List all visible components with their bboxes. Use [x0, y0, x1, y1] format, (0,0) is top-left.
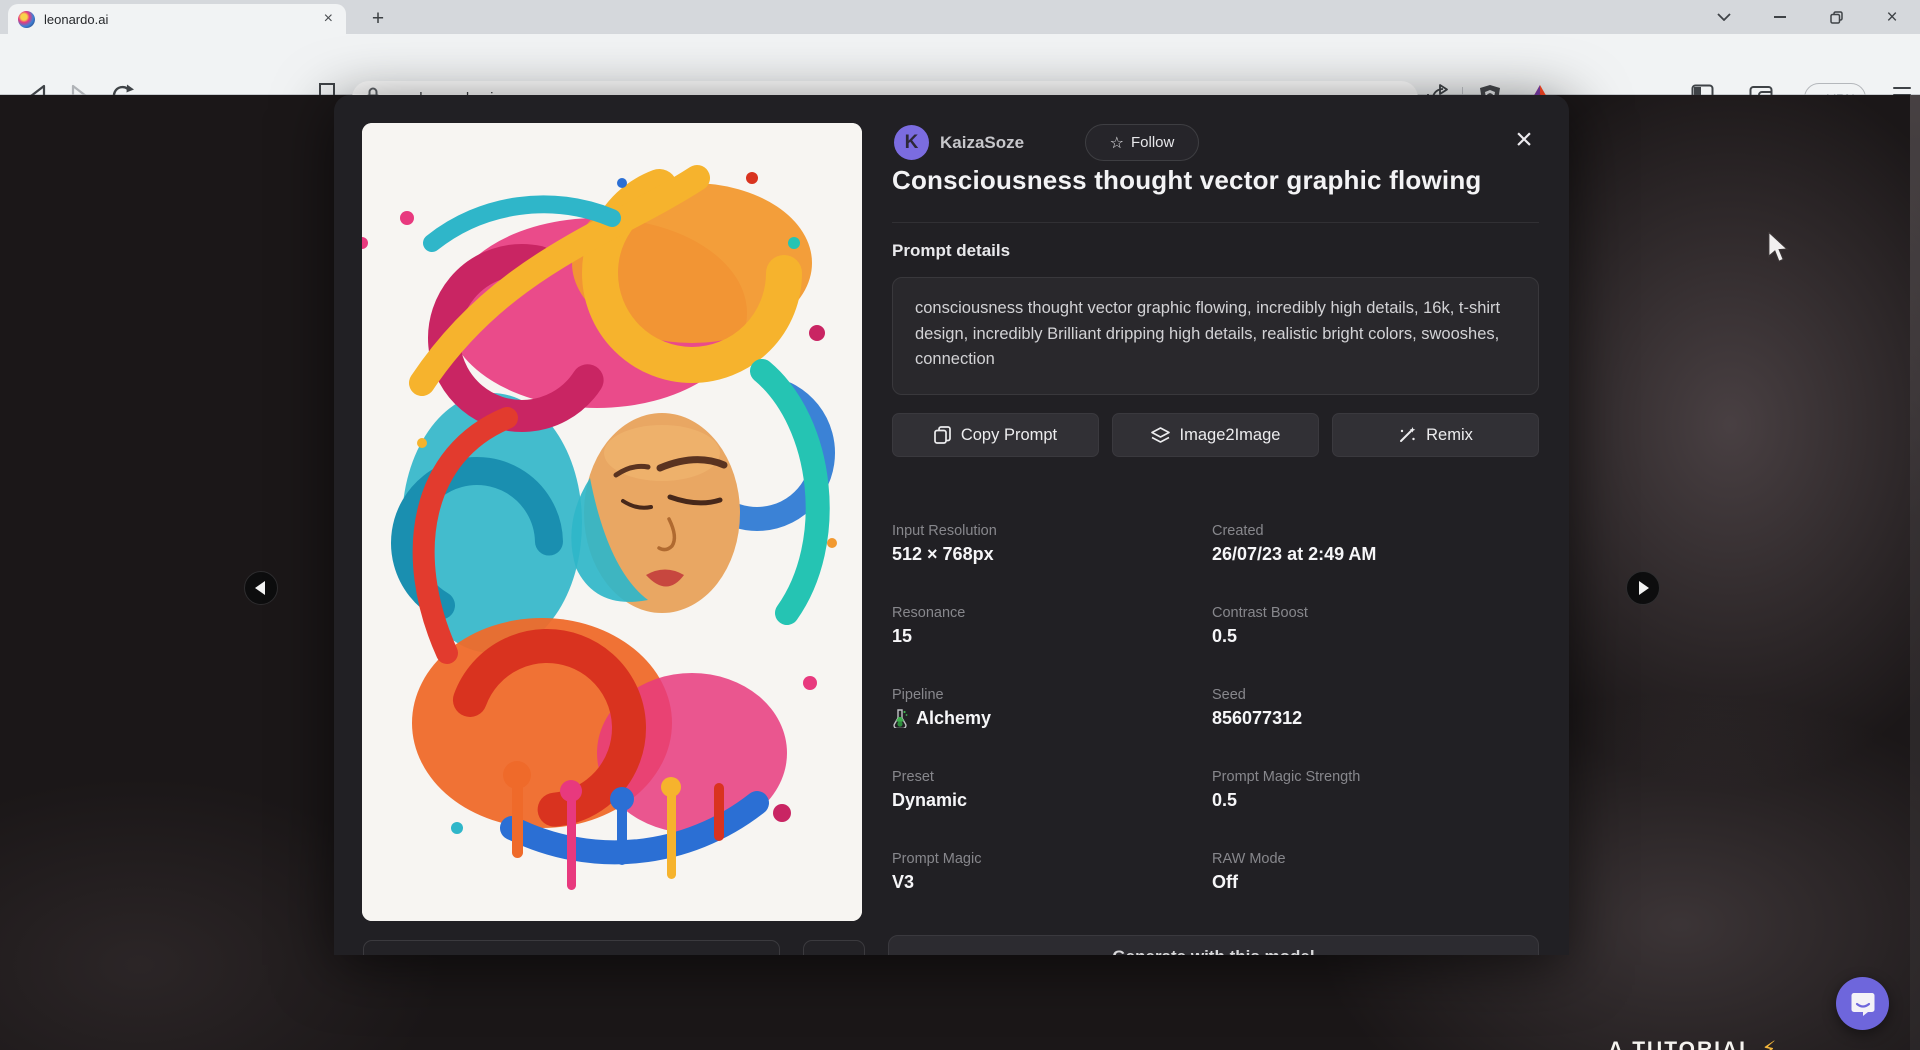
window-chevron-icon[interactable]	[1696, 0, 1752, 34]
tab-title: leonardo.ai	[44, 12, 321, 27]
chevron-left-icon	[255, 581, 265, 595]
action-buttons-row: Copy Prompt Image2Image Remix	[892, 413, 1539, 457]
minimize-button[interactable]	[1752, 0, 1808, 34]
window-controls: ×	[1696, 0, 1920, 34]
wand-icon	[1398, 426, 1416, 444]
remix-button[interactable]: Remix	[1332, 413, 1539, 457]
detail-resonance: Resonance 15	[892, 605, 1212, 652]
prompt-text: consciousness thought vector graphic flo…	[915, 296, 1505, 373]
generation-detail-modal: K KaizaSoze ☆ Follow × Consciousness tho…	[334, 95, 1569, 955]
detail-contrast-boost: Contrast Boost 0.5	[1212, 605, 1539, 652]
video-watermark-partial: A TUTORIAL ⚡	[1608, 1037, 1778, 1050]
modal-close-icon[interactable]: ×	[1508, 125, 1540, 157]
copy-icon	[934, 426, 951, 444]
test-tube-icon	[892, 709, 908, 728]
detail-prompt-magic: Prompt Magic V3	[892, 851, 1212, 898]
page-scrollbar[interactable]	[1910, 95, 1920, 1050]
previous-image-button[interactable]	[244, 571, 278, 605]
follow-button[interactable]: ☆ Follow	[1085, 124, 1199, 161]
browser-titlebar: leonardo.ai × + ×	[0, 0, 1920, 34]
author-name[interactable]: KaizaSoze	[940, 133, 1024, 153]
partial-toolbar-box[interactable]	[363, 940, 780, 955]
detail-grid: Input Resolution 512 × 768px Created 26/…	[892, 523, 1539, 898]
detail-seed: Seed 856077312	[1212, 687, 1539, 734]
copy-prompt-button[interactable]: Copy Prompt	[892, 413, 1099, 457]
detail-raw-mode: RAW Mode Off	[1212, 851, 1539, 898]
browser-tab[interactable]: leonardo.ai ×	[8, 4, 346, 34]
generated-image[interactable]	[362, 123, 862, 921]
layers-icon	[1151, 427, 1170, 444]
leonardo-favicon	[18, 11, 35, 28]
generate-with-model-button[interactable]: Generate with this model	[888, 935, 1539, 955]
prompt-details-heading: Prompt details	[892, 241, 1010, 261]
chat-bubble-icon	[1849, 990, 1877, 1018]
tab-close-icon[interactable]: ×	[321, 11, 336, 27]
browser-toolbar: app.leonardo.ai VPN	[0, 34, 1920, 95]
follow-label: Follow	[1131, 134, 1174, 151]
generation-title: Consciousness thought vector graphic flo…	[892, 165, 1542, 196]
detail-pipeline: Pipeline Alchemy	[892, 687, 1212, 734]
spark-icon: ⚡	[1761, 1038, 1778, 1050]
next-image-button[interactable]	[1626, 571, 1660, 605]
detail-preset: Preset Dynamic	[892, 769, 1212, 816]
detail-input-resolution: Input Resolution 512 × 768px	[892, 523, 1212, 570]
restore-button[interactable]	[1808, 0, 1864, 34]
author-avatar[interactable]: K	[894, 125, 929, 160]
detail-prompt-magic-strength: Prompt Magic Strength 0.5	[1212, 769, 1539, 816]
new-tab-button[interactable]: +	[364, 6, 392, 32]
prompt-box: consciousness thought vector graphic flo…	[892, 277, 1539, 395]
detail-created: Created 26/07/23 at 2:49 AM	[1212, 523, 1539, 570]
chevron-right-icon	[1639, 581, 1649, 595]
image2image-button[interactable]: Image2Image	[1112, 413, 1319, 457]
partial-button-box[interactable]	[803, 940, 865, 955]
star-icon: ☆	[1110, 133, 1124, 153]
chat-support-button[interactable]	[1836, 977, 1889, 1030]
divider	[892, 222, 1539, 223]
mouse-cursor	[1765, 232, 1791, 269]
window-close-button[interactable]: ×	[1864, 0, 1920, 34]
